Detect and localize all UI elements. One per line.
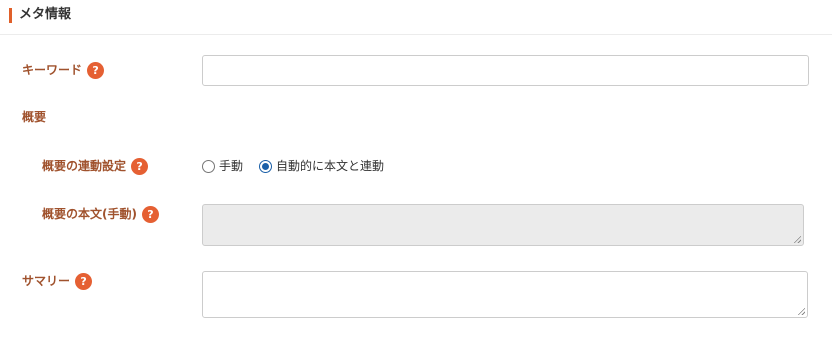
keyword-label: キーワード [22, 63, 83, 77]
radio-manual-label[interactable]: 手動 [219, 157, 243, 175]
summary-text-help-icon[interactable]: ? [75, 272, 93, 290]
keyword-input[interactable] [202, 55, 809, 86]
summary-body-label-row: 概要の本文(手動) ? [42, 205, 159, 223]
radio-auto[interactable]: 自動的に本文と連動 [259, 157, 384, 175]
summary-text-label-row: サマリー ? [22, 272, 93, 290]
summary-body-label: 概要の本文(手動) [42, 207, 137, 221]
summary-link-help-icon[interactable]: ? [131, 157, 149, 175]
resize-grip-icon[interactable] [797, 307, 805, 315]
radio-auto-label[interactable]: 自動的に本文と連動 [276, 157, 384, 175]
section-title: メタ情報 [19, 7, 72, 22]
summary-text-label: サマリー [22, 274, 71, 288]
summary-link-radio-group: 手動 自動的に本文と連動 [202, 157, 384, 175]
radio-manual-button[interactable] [202, 159, 215, 173]
resize-grip-icon[interactable] [793, 235, 801, 243]
summary-link-label-row: 概要の連動設定 ? [42, 157, 149, 175]
summary-link-label: 概要の連動設定 [42, 159, 127, 173]
radio-auto-button[interactable] [259, 159, 273, 173]
keyword-label-row: キーワード ? [22, 61, 105, 79]
keyword-help-icon[interactable]: ? [87, 61, 105, 79]
summary-body-textarea [202, 204, 804, 246]
summary-group-label-row: 概要 [22, 108, 46, 126]
summary-group-label: 概要 [22, 110, 47, 124]
section-header: メタ情報 [0, 0, 832, 35]
summary-text-textarea[interactable] [202, 271, 808, 318]
section-accent-bar [9, 8, 12, 23]
radio-manual[interactable]: 手動 [202, 157, 243, 175]
summary-body-help-icon[interactable]: ? [141, 205, 159, 223]
